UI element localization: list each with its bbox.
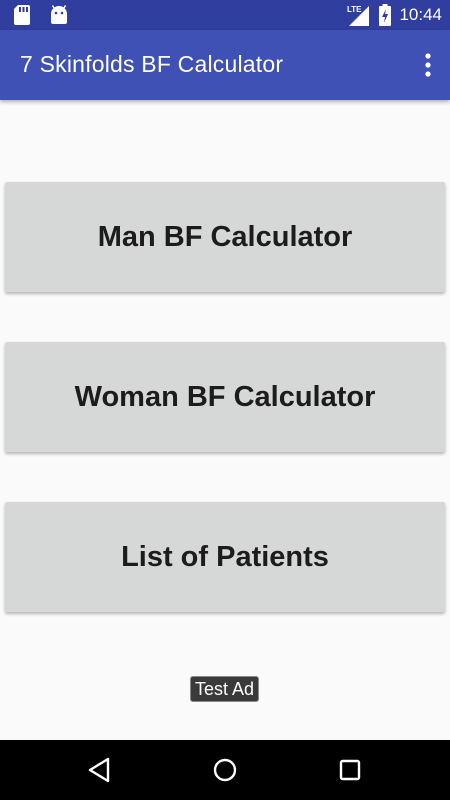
woman-bf-calculator-button[interactable]: Woman BF Calculator: [5, 342, 445, 452]
test-ad-badge[interactable]: Test Ad: [190, 676, 260, 702]
app-title: 7 Skinfolds BF Calculator: [20, 51, 284, 77]
android-icon: [51, 5, 67, 24]
main-content: Man BF Calculator Woman BF Calculator Li…: [0, 100, 450, 740]
svg-text:LTE: LTE: [347, 5, 362, 14]
system-nav-bar: [0, 740, 450, 800]
status-bar: LTE 10:44: [0, 0, 450, 30]
app-toolbar: 7 Skinfolds BF Calculator: [0, 30, 450, 100]
woman-bf-calculator-label: Woman BF Calculator: [74, 380, 376, 413]
battery-charging-icon: [379, 4, 392, 26]
recents-icon[interactable]: [334, 754, 366, 786]
list-of-patients-label: List of Patients: [121, 540, 329, 573]
home-icon[interactable]: [209, 754, 241, 786]
more-vert-icon[interactable]: [422, 52, 434, 78]
clock: 10:44: [399, 5, 442, 24]
man-bf-calculator-label: Man BF Calculator: [97, 220, 353, 253]
system-indicators: LTE 10:44: [347, 4, 442, 26]
notification-icons: [14, 5, 68, 25]
list-of-patients-button[interactable]: List of Patients: [5, 502, 445, 612]
man-bf-calculator-button[interactable]: Man BF Calculator: [5, 182, 445, 292]
lte-signal-icon: LTE: [347, 5, 370, 26]
sd-card-icon: [14, 5, 30, 25]
back-icon[interactable]: [84, 754, 116, 786]
